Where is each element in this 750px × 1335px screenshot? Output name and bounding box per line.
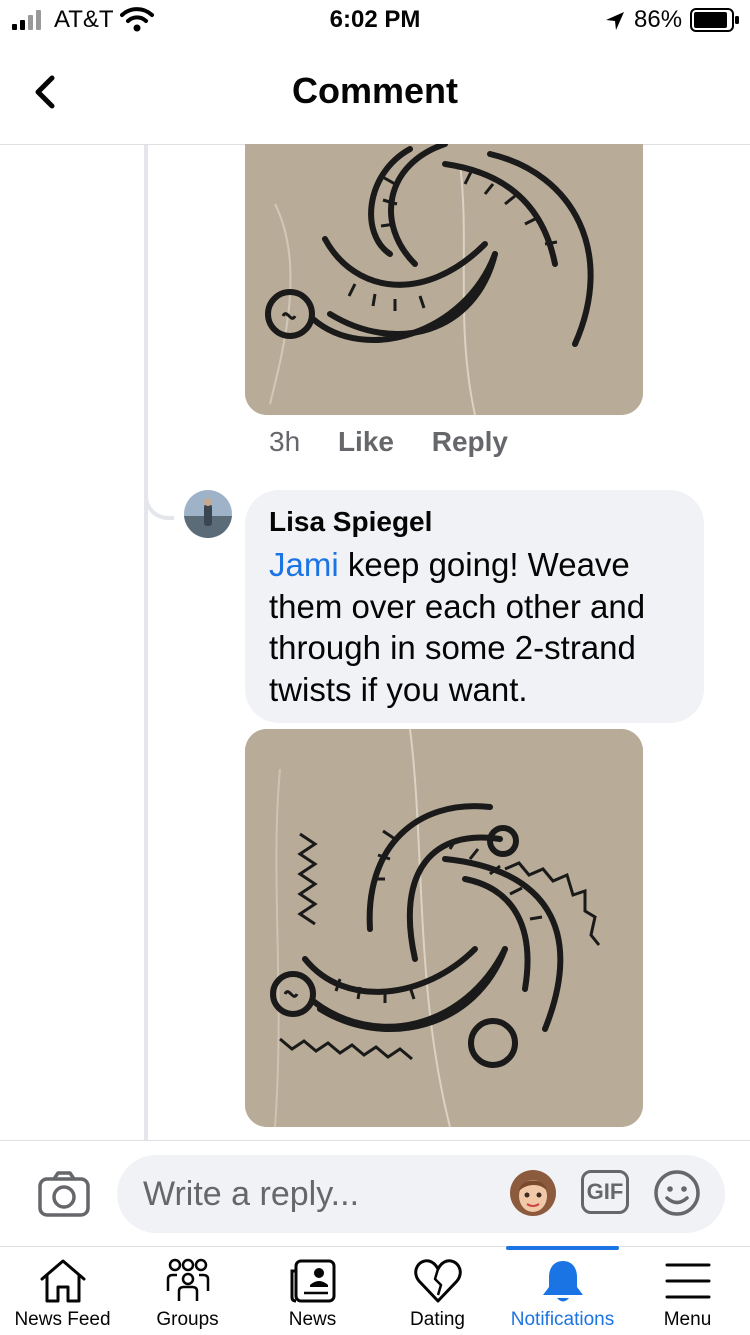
avatar[interactable] [184, 490, 232, 538]
tab-groups[interactable]: Groups [125, 1247, 250, 1335]
comment-time: 3h [269, 426, 301, 457]
reply-input-container[interactable]: GIF [117, 1155, 725, 1233]
thread-connector [144, 470, 174, 520]
tab-label: Groups [156, 1309, 219, 1330]
location-arrow-icon [606, 12, 624, 30]
thread-line [144, 145, 148, 1140]
tab-menu[interactable]: Menu [625, 1247, 750, 1335]
tab-dating[interactable]: Dating [375, 1247, 500, 1335]
tab-label: News Feed [14, 1309, 111, 1330]
tab-news[interactable]: News [250, 1247, 375, 1335]
reply-composer: GIF [0, 1140, 750, 1247]
reply-input[interactable] [141, 1171, 475, 1217]
gif-icon[interactable]: GIF [581, 1170, 629, 1214]
status-bar: AT&T 6:02 PM 86% [0, 0, 750, 40]
avatar-sticker-icon[interactable] [509, 1169, 557, 1217]
heart-icon [414, 1259, 462, 1303]
news-icon [290, 1259, 336, 1303]
smiley-icon[interactable] [653, 1169, 701, 1217]
tab-bar: News Feed Groups News Dating Notificatio… [0, 1246, 750, 1335]
reply-button[interactable]: Reply [432, 426, 508, 457]
comment-text: Jami keep going! Weave them over each ot… [269, 544, 694, 710]
mention-link[interactable]: Jami [269, 546, 339, 583]
groups-icon [166, 1258, 210, 1301]
tab-news-feed[interactable]: News Feed [0, 1247, 125, 1335]
comment-meta: 3h Like Reply [269, 426, 538, 458]
home-icon [40, 1259, 86, 1303]
tab-label: Notifications [510, 1309, 615, 1330]
battery-percent: 86% [634, 6, 683, 33]
comment-author[interactable]: Lisa Spiegel [269, 506, 432, 538]
bell-icon [543, 1261, 583, 1302]
comment-bubble: Lisa Spiegel Jami keep going! Weave them… [245, 490, 704, 723]
header: Comment [0, 40, 750, 145]
battery-icon [690, 8, 739, 32]
tab-label: News [288, 1309, 337, 1330]
comment-photo[interactable] [245, 729, 643, 1127]
page-title: Comment [291, 70, 458, 111]
camera-icon[interactable] [38, 1171, 90, 1217]
comment-photo[interactable] [245, 144, 643, 415]
like-button[interactable]: Like [338, 426, 394, 457]
tab-label: Dating [410, 1309, 465, 1330]
hamburger-icon [665, 1263, 711, 1299]
tab-notifications[interactable]: Notifications [500, 1246, 625, 1335]
tab-label: Menu [663, 1309, 712, 1330]
